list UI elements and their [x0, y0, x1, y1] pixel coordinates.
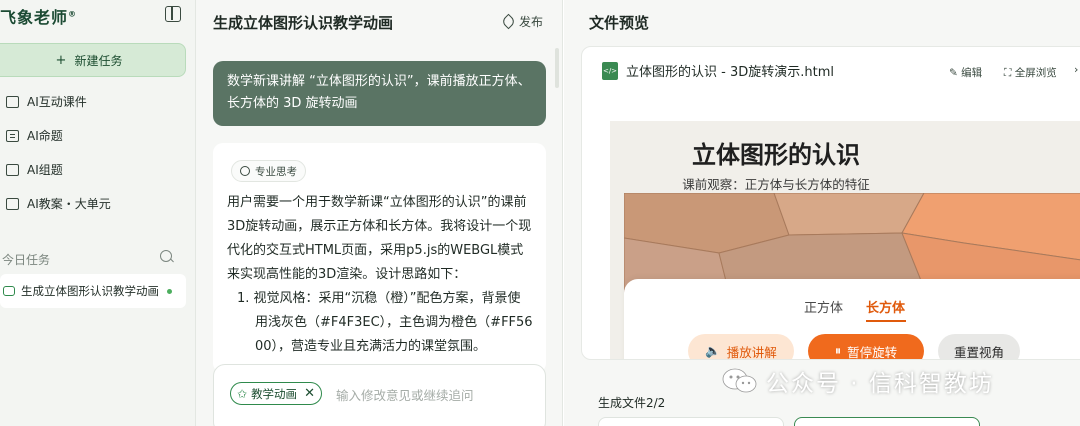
send-icon [500, 13, 517, 30]
interactive-courseware-icon [6, 95, 19, 108]
ai-response-card: 专业思考 用户需要一个用于数学新课“立体图形的认识”的课前3D旋转动画，展示正方… [213, 143, 546, 373]
control-panel: 正方体 长方体 🔈 播放讲解 ⏸ 暂停旋转 重置视角 [624, 279, 1080, 359]
more-icon[interactable]: › [1074, 63, 1078, 76]
chat-input-box[interactable]: ✩ 教学动画 ✕ 输入修改意见或继续追问 [213, 364, 546, 426]
scrollbar[interactable] [555, 48, 559, 88]
page-title: 立体图形的认识 [692, 141, 860, 169]
wechat-icon [722, 368, 757, 393]
generated-files-label: 生成文件2/2 [598, 396, 666, 410]
today-tasks-label: 今日任务 [2, 253, 51, 267]
tab-cube[interactable]: 正方体 [804, 297, 843, 316]
plus-icon: + [55, 52, 67, 68]
sidebar-item-question-assembly[interactable]: AI组题 [6, 161, 63, 178]
list-item: 1. 视觉风格：采用“沉稳（橙）”配色方案，背景使用浅灰色（#F4F3EC），主… [237, 291, 533, 354]
sidebar-toggle-icon[interactable] [165, 6, 181, 22]
brand-logo[interactable]: 飞象老师® [0, 4, 77, 28]
watermark: 公众号 · 信科智教坊 [722, 364, 994, 398]
edit-button[interactable]: ✎ 编辑 [949, 65, 982, 80]
file-header: </> 立体图形的认识 - 3D旋转演示.html [602, 61, 834, 80]
pause-rotation-button[interactable]: ⏸ 暂停旋转 [808, 334, 924, 359]
sparkle-icon: ✩ [237, 386, 248, 401]
sidebar-item-lesson-plan[interactable]: AI教案・大单元 [6, 195, 111, 212]
pause-icon: ⏸ [834, 343, 842, 358]
rendered-page: 立体图形的认识 课前观察：正方体与长方体的特征 正方体 长方体 🔈 播放讲解 ⏸… [610, 121, 1080, 359]
reset-view-button[interactable]: 重置视角 [938, 334, 1020, 359]
play-narration-button[interactable]: 🔈 播放讲解 [688, 334, 794, 359]
thinking-badge[interactable]: 专业思考 [231, 160, 306, 182]
sidebar-item-interactive-courseware[interactable]: AI互动课件 [6, 93, 87, 110]
question-list-icon [6, 129, 19, 142]
speaker-icon: 🔈 [705, 343, 721, 358]
file-preview-card: </> 立体图形的认识 - 3D旋转演示.html ✎ 编辑 ⛶ 全屏浏览 › … [581, 46, 1080, 360]
chat-title: 生成立体图形认识教学动画 [213, 14, 394, 32]
file-name: 立体图形的认识 - 3D旋转演示.html [626, 65, 834, 80]
image-question-icon [6, 163, 19, 176]
lesson-plan-icon [6, 197, 19, 210]
preview-panel: 文件预览 </> 立体图形的认识 - 3D旋转演示.html ✎ 编辑 ⛶ 全屏… [564, 0, 1080, 426]
chat-icon [3, 286, 15, 296]
ai-response-text: 用户需要一个用于数学新课“立体图形的认识”的课前3D旋转动画，展示正方体和长方体… [227, 191, 533, 359]
active-tab-indicator [866, 320, 906, 322]
html-file-icon: </> [602, 61, 618, 80]
chat-panel: 生成立体图形认识教学动画 发布 数学新课讲解 “立体图形的认识”，课前播放正方体… [196, 0, 563, 426]
generated-file-item[interactable] [598, 417, 784, 426]
sidebar: 飞象老师® + 新建任务 AI互动课件 AI命题 AI组题 AI教案・大单元 今… [0, 0, 196, 426]
bulb-icon [240, 166, 250, 176]
user-message: 数学新课讲解 “立体图形的认识”，课前播放正方体、长方体的 3D 旋转动画 [213, 61, 546, 126]
ai-list: 1. 视觉风格：采用“沉稳（橙）”配色方案，背景使用浅灰色（#F4F3EC），主… [227, 287, 533, 359]
ai-paragraph: 用户需要一个用于数学新课“立体图形的认识”的课前3D旋转动画，展示正方体和长方体… [227, 195, 532, 282]
mode-tag[interactable]: ✩ 教学动画 ✕ [230, 382, 322, 405]
tab-cuboid[interactable]: 长方体 [866, 297, 905, 316]
chat-input-placeholder[interactable]: 输入修改意见或继续追问 [336, 385, 474, 404]
close-icon[interactable]: ✕ [304, 386, 315, 401]
fullscreen-button[interactable]: ⛶ 全屏浏览 [1004, 65, 1057, 80]
publish-button[interactable]: 发布 [500, 13, 543, 30]
preview-title: 文件预览 [589, 14, 650, 32]
status-dot [167, 289, 172, 294]
page-subtitle: 课前观察：正方体与长方体的特征 [682, 177, 870, 192]
generated-file-item-selected[interactable] [794, 417, 980, 426]
sidebar-item-question-generation[interactable]: AI命题 [6, 127, 63, 144]
new-task-button[interactable]: + 新建任务 [0, 43, 186, 77]
task-search-icon[interactable] [160, 250, 172, 262]
task-item[interactable]: 生成立体图形认识教学动画 [0, 274, 186, 308]
